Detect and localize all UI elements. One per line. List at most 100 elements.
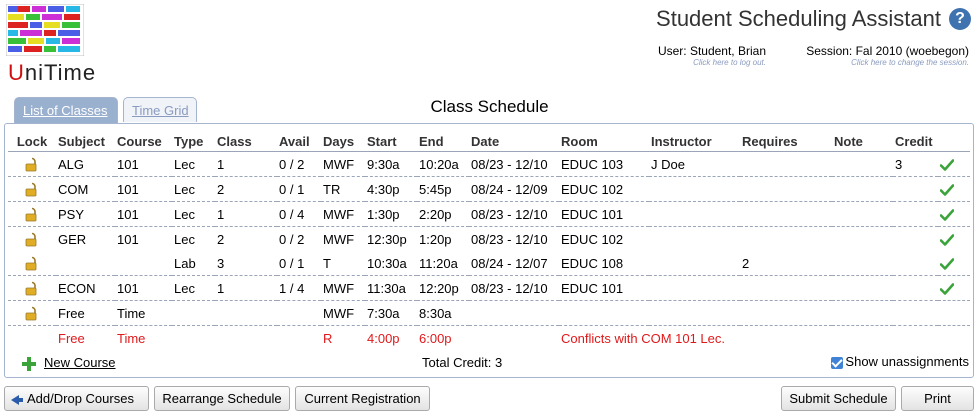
- cell-avail: 1 / 4: [277, 275, 321, 301]
- cell-note: [832, 300, 893, 326]
- show-unassignments-checkbox[interactable]: [831, 356, 844, 369]
- cell-start: 4:30p: [365, 176, 417, 202]
- cell-type: Lec: [172, 201, 215, 227]
- lock-cell: [8, 151, 56, 177]
- col-header: Room: [559, 131, 649, 152]
- logout-hint[interactable]: Click here to log out.: [658, 58, 766, 67]
- table-row[interactable]: ECON 101 Lec 1 1 / 4 MWF 11:30a 12:20p 08/23 - 1…: [8, 275, 970, 301]
- cell-course: 101: [117, 231, 139, 247]
- check-icon: [939, 209, 955, 221]
- logo-letter: U: [8, 60, 25, 85]
- table-row[interactable]: Free Time MWF 7:30a 8:30a: [8, 300, 970, 326]
- current-registration-button[interactable]: Current Registration: [295, 386, 430, 411]
- cell-days: R: [323, 330, 333, 346]
- table-row[interactable]: ALG 101 Lec 1 0 / 2 MWF 9:30a 10:20a 08/23 - 12/…: [8, 151, 970, 177]
- cell-instructor: [649, 201, 740, 227]
- col-header: End: [417, 131, 469, 152]
- cell-room: [559, 300, 649, 326]
- print-button[interactable]: Print: [901, 386, 974, 411]
- cell-end: 2:20p: [417, 201, 469, 227]
- col-header: Credit: [893, 131, 938, 152]
- cell-type: Lec: [172, 151, 215, 177]
- check-icon: [939, 184, 955, 196]
- add-drop-courses-button[interactable]: Add/Drop Courses: [4, 386, 149, 411]
- submit-schedule-button[interactable]: Submit Schedule: [781, 386, 896, 411]
- cell-avail: [277, 300, 321, 326]
- cell-start: 7:30a: [365, 300, 417, 326]
- col-header: Class: [215, 131, 277, 152]
- rearrange-schedule-button[interactable]: Rearrange Schedule: [154, 386, 290, 411]
- lock-cell: [8, 326, 56, 351]
- col-header: Date: [469, 131, 559, 152]
- class-schedule-table: Lock Subject Course Type Class Avail Day…: [8, 131, 970, 350]
- cell-credit: [893, 275, 938, 301]
- cell-requires: [740, 227, 832, 252]
- col-header: Requires: [740, 131, 832, 152]
- table-row[interactable]: PSY 101 Lec 1 0 / 4 MWF 1:30p 2:20p 08/23 - 12/1…: [8, 201, 970, 227]
- cell-subject: PSY: [56, 201, 115, 227]
- cell-requires: 2: [740, 251, 832, 276]
- col-header: Type: [172, 131, 215, 152]
- col-header: Subject: [56, 131, 115, 152]
- help-icon[interactable]: ?: [949, 8, 971, 30]
- cell-credit: [893, 201, 938, 227]
- user-text[interactable]: User: Student, Brian: [658, 44, 766, 58]
- arrow-left-icon: [11, 394, 23, 405]
- cell-end: 6:00p: [419, 330, 452, 346]
- show-unassignments-label[interactable]: Show unassignments: [845, 354, 969, 369]
- logo-wordmark: UniTime: [8, 60, 96, 86]
- cell-type: Lec: [172, 176, 215, 202]
- cell-class: [215, 326, 277, 351]
- cell-room: EDUC 102: [559, 176, 649, 202]
- unlock-icon[interactable]: [25, 232, 39, 247]
- cell-avail: 0 / 1: [277, 176, 321, 202]
- new-course-label[interactable]: New Course: [44, 355, 116, 370]
- cell-end: 8:30a: [417, 300, 469, 326]
- status-cell: [938, 227, 970, 252]
- session-text[interactable]: Session: Fal 2010 (woebegon): [806, 44, 969, 58]
- cell-type: Lec: [172, 275, 215, 301]
- cell-room: EDUC 102: [561, 231, 624, 247]
- cell-start: 4:00p: [367, 330, 400, 346]
- cell-room: Conflicts with COM 101 Lec.: [561, 330, 726, 346]
- user-block[interactable]: User: Student, Brian Click here to log o…: [658, 44, 766, 67]
- total-credit: Total Credit: 3: [422, 355, 503, 370]
- session-block[interactable]: Session: Fal 2010 (woebegon) Click here …: [806, 44, 969, 67]
- lock-cell: [8, 201, 56, 227]
- cell-date: 08/23 - 12/10: [471, 231, 548, 247]
- cell-class: 1: [215, 201, 277, 227]
- unlock-icon[interactable]: [25, 182, 39, 197]
- cell-avail: 0 / 2: [277, 151, 321, 177]
- unlock-icon[interactable]: [25, 256, 39, 271]
- cell-room: EDUC 108: [559, 251, 649, 276]
- cell-course: Time: [117, 330, 146, 346]
- status-cell: [938, 275, 970, 301]
- unlock-icon[interactable]: [25, 157, 39, 172]
- check-icon: [939, 283, 955, 295]
- status-cell: [938, 300, 970, 326]
- cell-requires: [740, 201, 832, 227]
- table-row[interactable]: Free Time R 4:00p 6:00p Conflicts with COM 10…: [8, 326, 970, 351]
- show-unassignments[interactable]: Show unassignments: [831, 354, 969, 369]
- change-session-hint[interactable]: Click here to change the session.: [806, 58, 969, 67]
- status-cell: [938, 201, 970, 227]
- check-icon: [939, 258, 955, 270]
- cell-credit: [893, 300, 938, 326]
- cell-date: 08/24 - 12/09: [469, 176, 559, 202]
- table-row[interactable]: COM 101 Lec 2 0 / 1 TR 4:30p 5:45p 08/24 - 12/09…: [8, 176, 970, 202]
- cell-room: EDUC 101: [559, 275, 649, 301]
- lock-cell: [8, 251, 56, 276]
- cell-avail: [277, 326, 321, 351]
- col-header: Avail: [277, 131, 321, 152]
- cell-class: [215, 300, 277, 326]
- status-cell: [938, 176, 970, 202]
- cell-course: 101: [115, 176, 172, 202]
- unlock-icon[interactable]: [25, 207, 39, 222]
- cell-avail: 0 / 4: [277, 201, 321, 227]
- new-course-link[interactable]: New Course: [22, 355, 116, 371]
- unlock-icon[interactable]: [25, 306, 39, 321]
- cell-note: [832, 176, 893, 202]
- table-row[interactable]: GER 101 Lec 2 0 / 2 MWF 12:30p 1:20p 08/23 - 12/…: [8, 227, 970, 252]
- unlock-icon[interactable]: [25, 281, 39, 296]
- table-row[interactable]: Lab 3 0 / 1 T 10:30a 11:20a 08/24 - 12/07 EDUC …: [8, 251, 970, 276]
